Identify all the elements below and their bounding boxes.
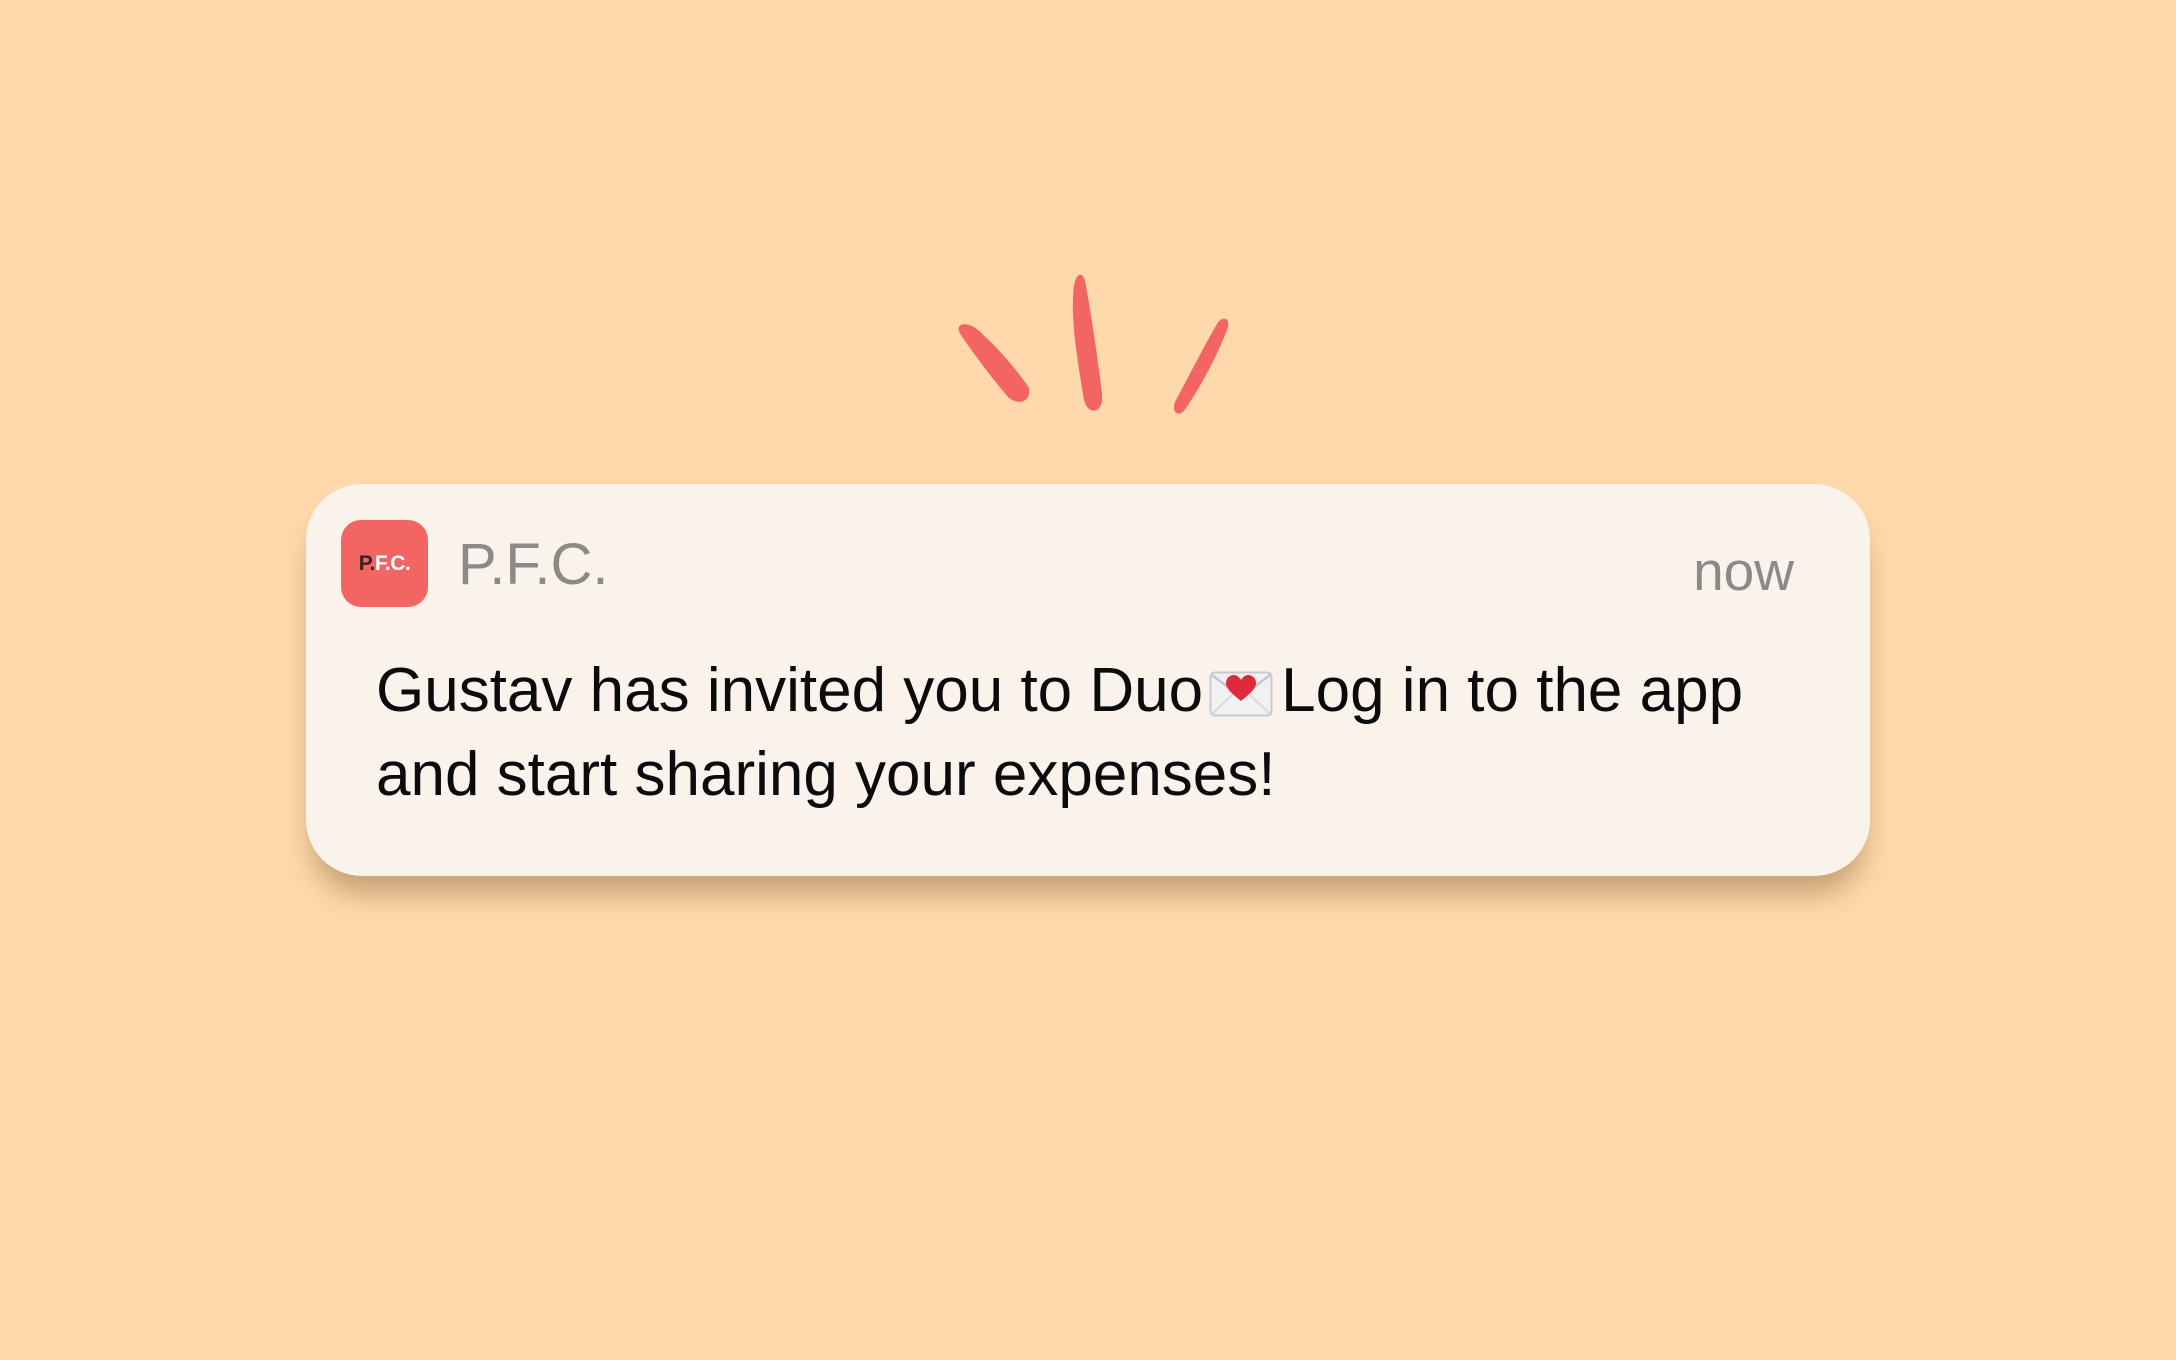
notification-timestamp: now	[1693, 540, 1794, 602]
app-icon-label-first: P.	[358, 551, 376, 575]
sparkle-burst-icon	[958, 274, 1229, 414]
app-name: P.F.C.	[458, 532, 609, 597]
notification-message: Gustav has invited you to Duo Log in to …	[376, 652, 1816, 814]
push-notification[interactable]: P. F.C. P.F.C. now Gustav has invited you…	[306, 484, 1870, 876]
love-letter-icon	[1209, 658, 1273, 736]
app-icon-label-rest: F.C.	[374, 551, 411, 575]
app-icon: P. F.C.	[341, 520, 428, 607]
message-text-part1: Gustav has invited you to Duo	[376, 656, 1204, 725]
